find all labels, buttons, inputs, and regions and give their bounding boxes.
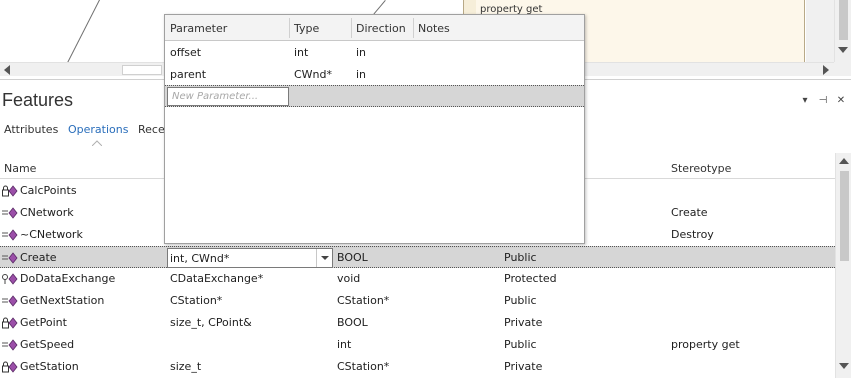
diagram-vertical-scrollbar[interactable] bbox=[834, 0, 851, 63]
operation-name: GetNextStation bbox=[20, 294, 105, 307]
parameter-row[interactable]: offset int in bbox=[165, 41, 584, 63]
public-method-icon bbox=[2, 229, 18, 241]
table-row[interactable]: Create int, CWnd* BOOL Public bbox=[0, 246, 835, 268]
column-divider[interactable] bbox=[413, 18, 414, 38]
operation-name: Create bbox=[20, 251, 57, 264]
table-row[interactable]: GetPoint size_t, CPoint& BOOL Private bbox=[0, 312, 835, 334]
column-header-notes[interactable]: Notes bbox=[418, 22, 450, 35]
operation-name: GetPoint bbox=[20, 316, 67, 329]
table-row[interactable]: DoDataExchange CDataExchange* void Protecte… bbox=[0, 268, 835, 290]
new-parameter-input[interactable]: New Parameter... bbox=[167, 87, 289, 106]
column-header-type[interactable]: Type bbox=[294, 22, 319, 35]
operation-return-type: BOOL bbox=[337, 316, 368, 329]
public-method-icon bbox=[2, 339, 18, 351]
operation-scope: Private bbox=[504, 316, 543, 329]
parameters-header: Parameter Type Direction Notes bbox=[165, 15, 584, 41]
scroll-up-arrow-icon[interactable] bbox=[839, 158, 849, 164]
operation-return-type: int bbox=[337, 338, 352, 351]
column-header-stereotype[interactable]: Stereotype bbox=[671, 162, 731, 175]
tab-receptions[interactable]: Rece bbox=[138, 122, 165, 144]
operation-name: GetStation bbox=[20, 360, 79, 373]
operation-stereotype: property get bbox=[671, 338, 740, 351]
active-tab-indicator bbox=[92, 140, 102, 146]
parameter-row[interactable]: parent CWnd* in bbox=[165, 63, 584, 85]
operation-parameters: CDataExchange* bbox=[170, 272, 264, 285]
panel-menu-button[interactable]: ▾ bbox=[798, 94, 812, 108]
parameter-name: offset bbox=[170, 46, 202, 59]
lock-method-icon bbox=[2, 185, 18, 197]
parameter-direction: in bbox=[356, 68, 367, 81]
column-divider[interactable] bbox=[351, 18, 352, 38]
operation-parameters: size_t, CPoint& bbox=[170, 316, 252, 329]
pin-icon[interactable]: ⊣ bbox=[816, 94, 830, 108]
operation-parameters: CStation* bbox=[170, 294, 223, 307]
operation-stereotype: Create bbox=[671, 206, 708, 219]
column-header-name[interactable]: Name bbox=[4, 162, 36, 175]
public-method-icon bbox=[2, 207, 18, 219]
scrollbar-corner bbox=[834, 62, 851, 76]
operation-scope: Public bbox=[504, 251, 537, 264]
table-row[interactable]: GetStation size_t CStation* Private bbox=[0, 356, 835, 378]
operation-scope: Public bbox=[504, 294, 537, 307]
column-divider[interactable] bbox=[289, 18, 290, 38]
parameters-dropdown[interactable]: int, CWnd* bbox=[167, 248, 333, 268]
parameter-type: int bbox=[294, 46, 309, 59]
parameters-value: int, CWnd* bbox=[170, 252, 230, 265]
diagram-margin bbox=[806, 0, 834, 63]
new-parameter-row[interactable]: New Parameter... bbox=[165, 85, 584, 107]
grid-vertical-scrollbar[interactable] bbox=[835, 153, 851, 378]
operation-return-type: BOOL bbox=[337, 251, 368, 264]
operation-stereotype: Destroy bbox=[671, 228, 714, 241]
parameter-type: CWnd* bbox=[294, 68, 333, 81]
new-parameter-placeholder: New Parameter... bbox=[172, 91, 259, 102]
connector-line[interactable] bbox=[65, 0, 105, 67]
chevron-down-icon[interactable] bbox=[316, 249, 332, 267]
connector-line[interactable] bbox=[373, 0, 386, 15]
lock-method-icon bbox=[2, 361, 18, 373]
table-row[interactable]: GetNextStation CStation* CStation* Public bbox=[0, 290, 835, 312]
scroll-down-arrow-icon[interactable] bbox=[839, 363, 849, 369]
public-method-icon bbox=[2, 295, 18, 307]
close-icon[interactable]: ✕ bbox=[834, 94, 848, 108]
operation-return-type: CStation* bbox=[337, 294, 390, 307]
table-row[interactable]: GetSpeed int Public property get bbox=[0, 334, 835, 356]
operation-return-type: void bbox=[337, 272, 361, 285]
panel-title: Features bbox=[2, 90, 74, 110]
operation-name: ~CNetwork bbox=[20, 228, 83, 241]
protected-method-icon bbox=[2, 273, 18, 285]
column-header-direction[interactable]: Direction bbox=[356, 22, 406, 35]
column-header-parameter[interactable]: Parameter bbox=[170, 22, 227, 35]
public-method-icon bbox=[2, 252, 18, 264]
scroll-down-arrow-icon[interactable] bbox=[838, 47, 848, 53]
operation-parameters: size_t bbox=[170, 360, 202, 373]
scroll-left-arrow-icon[interactable] bbox=[4, 65, 10, 75]
operation-return-type: CStation* bbox=[337, 360, 390, 373]
tab-attributes[interactable]: Attributes bbox=[4, 122, 58, 144]
scrollbar-thumb[interactable] bbox=[122, 65, 162, 75]
parameter-direction: in bbox=[356, 46, 367, 59]
scrollbar-thumb[interactable] bbox=[840, 171, 849, 261]
operation-scope: Protected bbox=[504, 272, 557, 285]
operation-scope: Public bbox=[504, 338, 537, 351]
operation-name: DoDataExchange bbox=[20, 272, 116, 285]
parameters-popup: Parameter Type Direction Notes offset in… bbox=[164, 14, 585, 244]
parameter-name: parent bbox=[170, 68, 207, 81]
lock-method-icon bbox=[2, 317, 18, 329]
operation-scope: Private bbox=[504, 360, 543, 373]
operation-name: GetSpeed bbox=[20, 338, 75, 351]
scrollbar-thumb[interactable] bbox=[839, 0, 848, 40]
scroll-right-arrow-icon[interactable] bbox=[823, 65, 829, 75]
operation-name: CNetwork bbox=[20, 206, 74, 219]
operation-name: CalcPoints bbox=[20, 184, 77, 197]
